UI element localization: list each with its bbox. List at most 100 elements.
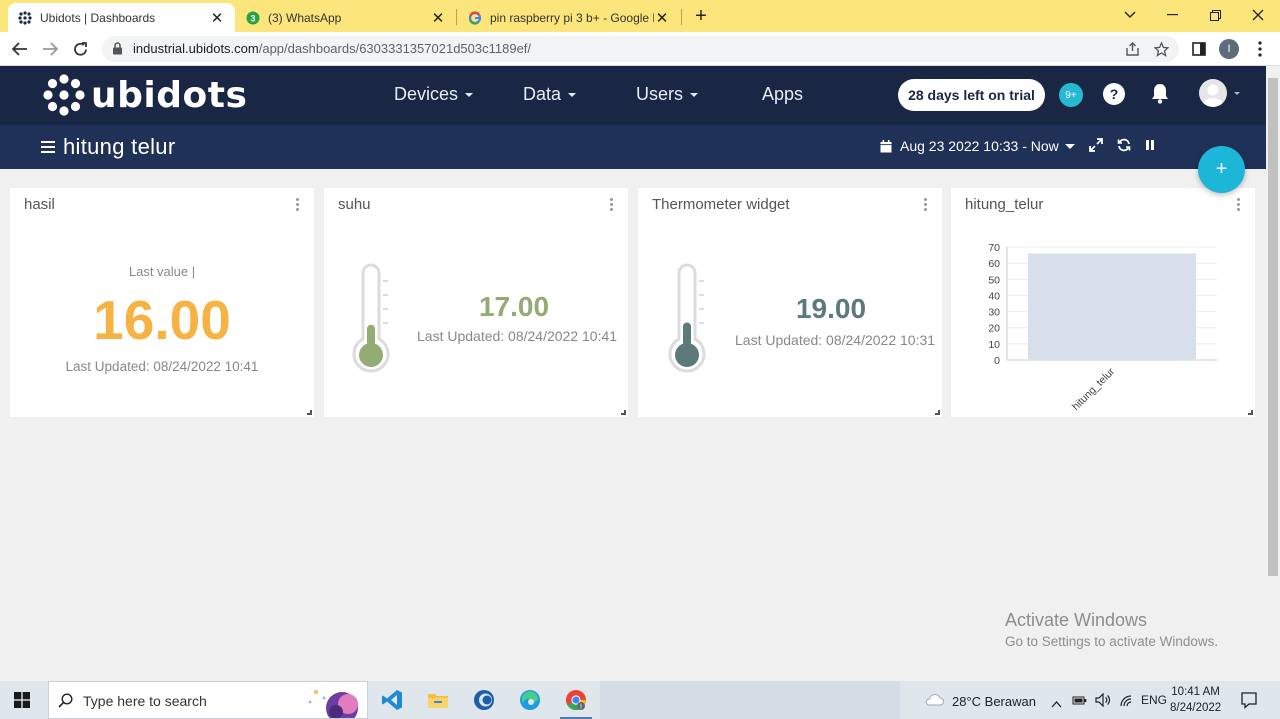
notifications-badge[interactable]: 9+	[1059, 83, 1083, 107]
bell-icon[interactable]	[1150, 83, 1170, 109]
browser-tabstrip: Ubidots | Dashboards ✕ 3 (3) WhatsApp ✕ …	[0, 0, 1280, 32]
restore-button[interactable]	[1193, 0, 1237, 30]
nav-users-label: Users	[636, 84, 684, 104]
widget-menu-icon[interactable]	[610, 198, 616, 213]
whatsapp-badge: 3	[250, 13, 255, 23]
address-bar[interactable]: industrial.ubidots.com/app/dashboards/63…	[102, 36, 1179, 62]
search-highlight-art-icon	[304, 684, 366, 718]
widget-menu-icon[interactable]	[296, 198, 302, 213]
profile-initial: I	[1219, 39, 1239, 59]
share-icon[interactable]	[1120, 37, 1144, 61]
url-host: industrial.ubidots.com	[133, 41, 259, 56]
forward-arrow-icon[interactable]	[38, 37, 62, 61]
taskbar-search-input[interactable]: Type here to search	[48, 681, 368, 719]
url-path: /app/dashboards/6303331357021d503c1189ef…	[258, 41, 532, 56]
pause-icon[interactable]	[1145, 138, 1155, 156]
add-widget-button[interactable]: +	[1198, 146, 1245, 193]
nav-data[interactable]: Data	[523, 84, 577, 105]
scrollbar-thumb[interactable]	[1268, 78, 1278, 576]
file-explorer-taskbar-icon[interactable]	[416, 681, 460, 719]
widget-hitung-telur[interactable]: hitung_telur 0 10 20 30 40 50 60 70 hitung_telur	[951, 188, 1255, 417]
profile-avatar[interactable]: I	[1217, 37, 1241, 61]
hamburger-menu-icon[interactable]	[41, 141, 55, 156]
chevron-up-icon[interactable]	[1051, 695, 1062, 713]
search-icon	[58, 693, 73, 708]
resize-handle-icon[interactable]	[307, 410, 312, 415]
vscode-taskbar-icon[interactable]	[370, 681, 414, 719]
help-icon[interactable]: ?	[1103, 83, 1125, 105]
resize-handle-icon[interactable]	[935, 410, 940, 415]
caret-down-icon	[465, 92, 474, 97]
ubidots-logo-icon	[43, 74, 85, 116]
tab-close-icon[interactable]: ✕	[430, 9, 446, 27]
y-tick-label: 60	[988, 258, 1000, 270]
x-tick-label: hitung_telur	[1070, 365, 1118, 413]
widget-title: hasil	[24, 196, 55, 213]
edge-taskbar-icon[interactable]	[508, 681, 552, 719]
y-tick-label: 70	[988, 242, 1000, 254]
tab-close-icon[interactable]: ✕	[209, 9, 225, 27]
tab-close-icon[interactable]: ✕	[654, 9, 670, 27]
ubidots-favicon-icon	[18, 10, 32, 25]
tab-google[interactable]: pin raspberry pi 3 b+ - Google Pe ✕	[458, 3, 680, 32]
date-range-picker[interactable]: Aug 23 2022 10:33 - Now	[880, 138, 1075, 154]
thermometer-bulb	[675, 343, 699, 367]
watermark-subtitle: Go to Settings to activate Windows.	[1005, 634, 1219, 649]
nav-apps[interactable]: Apps	[762, 84, 803, 105]
taskbar-clock[interactable]: 10:41 AM 8/24/2022	[1170, 684, 1221, 716]
sidebar-panel-icon[interactable]	[1187, 37, 1211, 61]
chrome-taskbar-icon[interactable]: I	[554, 681, 598, 719]
calendar-icon	[880, 139, 892, 152]
widget-suhu[interactable]: suhu 17.00 Last Updated: 08/24/2022 10:4…	[324, 188, 628, 417]
widget-title: suhu	[338, 196, 371, 213]
windows-start-icon[interactable]	[14, 692, 30, 713]
nav-data-label: Data	[523, 84, 562, 104]
ubidots-logo[interactable]: ubidots	[43, 74, 247, 116]
trial-button[interactable]: 28 days left on trial	[898, 79, 1045, 111]
activate-windows-watermark: Activate Windows Go to Settings to activ…	[1005, 610, 1218, 649]
widget-menu-icon[interactable]	[924, 198, 930, 213]
resize-handle-icon[interactable]	[1248, 410, 1253, 415]
close-window-button[interactable]	[1236, 0, 1280, 30]
tab-whatsapp[interactable]: 3 (3) WhatsApp ✕	[236, 3, 456, 32]
widget-hasil[interactable]: hasil Last value | 16.00 Last Updated: 0…	[10, 188, 314, 417]
weather-text[interactable]: 28°C Berawan	[952, 694, 1036, 709]
bookmark-star-icon[interactable]	[1149, 37, 1173, 61]
language-indicator[interactable]: ENG	[1141, 693, 1167, 707]
wifi-icon[interactable]	[1118, 693, 1134, 712]
page-scrollbar[interactable]	[1266, 66, 1280, 681]
y-tick-label: 40	[988, 290, 1000, 302]
resize-handle-icon[interactable]	[621, 410, 626, 415]
tab-search-chevron-icon[interactable]	[1108, 0, 1152, 30]
nav-users[interactable]: Users	[636, 84, 699, 105]
reload-icon[interactable]	[68, 37, 92, 61]
fullscreen-icon[interactable]	[1089, 138, 1103, 157]
refresh-icon[interactable]	[1117, 138, 1131, 157]
y-tick-label: 10	[988, 339, 1000, 351]
dashboard-title[interactable]: hitung telur	[63, 134, 175, 160]
browser-toolbar: industrial.ubidots.com/app/dashboards/63…	[0, 32, 1280, 66]
nav-devices-label: Devices	[394, 84, 459, 104]
minimize-button[interactable]	[1150, 0, 1194, 30]
back-arrow-icon[interactable]	[8, 37, 32, 61]
notification-center-icon[interactable]	[1240, 691, 1258, 714]
weather-cloud-icon[interactable]	[924, 692, 944, 711]
nav-devices[interactable]: Devices	[394, 84, 474, 105]
widget-title: Thermometer widget	[652, 196, 790, 213]
y-tick-label: 20	[988, 323, 1000, 335]
tab-title: (3) WhatsApp	[268, 10, 342, 25]
browser-app-taskbar-icon[interactable]	[462, 681, 506, 719]
browser-menu-icon[interactable]	[1248, 37, 1272, 61]
thermometer-bulb	[359, 343, 383, 367]
metric-value: 16.00	[93, 289, 231, 351]
tab-ubidots[interactable]: Ubidots | Dashboards ✕	[8, 3, 235, 32]
battery-icon[interactable]	[1072, 693, 1088, 711]
user-avatar[interactable]	[1199, 79, 1227, 107]
tab-separator	[681, 9, 682, 25]
dashboard-bar: hitung telur Aug 23 2022 10:33 - Now	[0, 125, 1266, 169]
y-tick-label: 30	[988, 307, 1000, 319]
speaker-icon[interactable]	[1095, 692, 1111, 712]
avatar-caret-icon[interactable]	[1234, 92, 1240, 95]
new-tab-button[interactable]: +	[690, 3, 712, 29]
widget-thermometer[interactable]: Thermometer widget 19.00 Last Updated: 0…	[638, 188, 942, 417]
